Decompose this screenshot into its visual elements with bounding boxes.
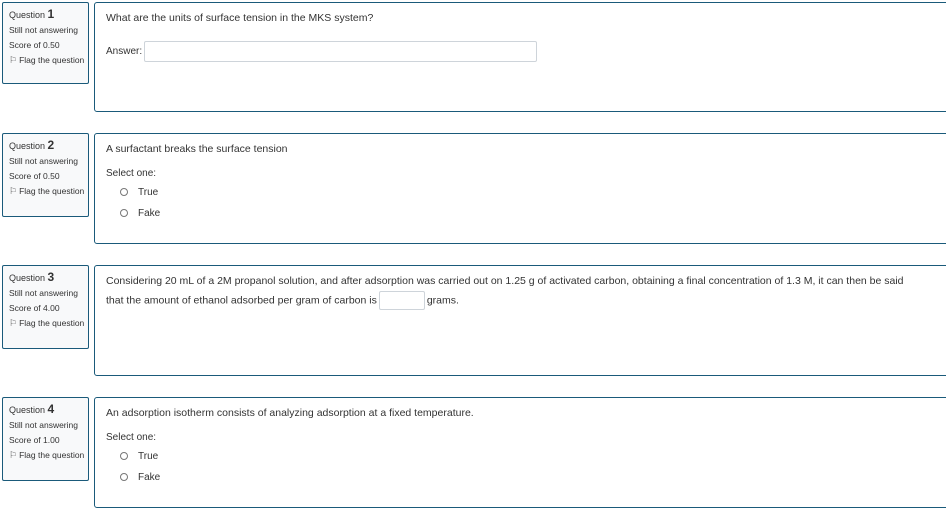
question-info: Question 1 Still not answering Score of … bbox=[2, 2, 89, 84]
question-text: A surfactant breaks the surface tension bbox=[106, 143, 288, 155]
question-grade: Score of 1.00 bbox=[9, 435, 60, 445]
option-true[interactable]: True bbox=[106, 448, 946, 464]
question-number-value: 3 bbox=[47, 270, 55, 284]
question-info: Question 2 Still not answering Score of … bbox=[2, 133, 89, 217]
question-content: An adsorption isotherm consists of analy… bbox=[94, 397, 946, 508]
answer-label: Answer: bbox=[106, 46, 143, 57]
question-text: Considering 20 mL of a 2M propanol solut… bbox=[106, 272, 946, 310]
question-text: What are the units of surface tension in… bbox=[106, 12, 374, 24]
question-grade: Score of 0.50 bbox=[9, 171, 60, 181]
question-number: Question 3 bbox=[9, 270, 88, 285]
option-label: Fake bbox=[138, 207, 161, 219]
radio-button[interactable] bbox=[120, 209, 128, 217]
option-label: True bbox=[138, 450, 159, 462]
question-number: Question 4 bbox=[9, 402, 88, 417]
question-label: Question bbox=[9, 405, 46, 415]
option-label: True bbox=[138, 186, 159, 198]
question-state: Still not answering bbox=[9, 25, 78, 35]
flag-question-link[interactable]: ⚐ Flag the question bbox=[9, 319, 88, 328]
answer-input[interactable] bbox=[144, 41, 538, 62]
flag-icon: ⚐ bbox=[9, 318, 18, 328]
radio-button[interactable] bbox=[120, 452, 128, 460]
flag-label: Flag the question bbox=[19, 186, 85, 196]
select-one-prompt: Select one: bbox=[106, 432, 157, 443]
option-label: Fake bbox=[138, 471, 161, 483]
question-content: A surfactant breaks the surface tension … bbox=[94, 133, 946, 244]
flag-label: Flag the question bbox=[19, 55, 85, 65]
question-state: Still not answering bbox=[9, 288, 78, 298]
flag-label: Flag the question bbox=[19, 318, 85, 328]
option-fake[interactable]: Fake bbox=[106, 469, 946, 485]
flag-icon: ⚐ bbox=[9, 55, 18, 65]
question-info: Question 4 Still not answering Score of … bbox=[2, 397, 89, 481]
option-true[interactable]: True bbox=[106, 184, 946, 200]
question-number-value: 2 bbox=[47, 138, 55, 152]
question-number-value: 4 bbox=[47, 402, 55, 416]
question-grade: Score of 4.00 bbox=[9, 303, 60, 313]
answer-row: Answer: bbox=[106, 41, 946, 62]
flag-icon: ⚐ bbox=[9, 450, 18, 460]
flag-icon: ⚐ bbox=[9, 186, 18, 196]
question-number: Question 2 bbox=[9, 138, 88, 153]
question-content: What are the units of surface tension in… bbox=[94, 2, 946, 112]
inline-answer-input[interactable] bbox=[378, 291, 425, 310]
question-number-value: 1 bbox=[47, 7, 55, 21]
question-label: Question bbox=[9, 141, 46, 151]
question-label: Question bbox=[9, 10, 46, 20]
flag-question-link[interactable]: ⚐ Flag the question bbox=[9, 56, 88, 65]
question-state: Still not answering bbox=[9, 156, 78, 166]
flag-question-link[interactable]: ⚐ Flag the question bbox=[9, 187, 88, 196]
question-number: Question 1 bbox=[9, 7, 88, 22]
flag-question-link[interactable]: ⚐ Flag the question bbox=[9, 451, 88, 460]
question-label: Question bbox=[9, 273, 46, 283]
option-fake[interactable]: Fake bbox=[106, 205, 946, 221]
question-state: Still not answering bbox=[9, 420, 78, 430]
select-one-prompt: Select one: bbox=[106, 168, 157, 179]
question-text-after: grams. bbox=[426, 294, 459, 307]
question-grade: Score of 0.50 bbox=[9, 40, 60, 50]
question-content: Considering 20 mL of a 2M propanol solut… bbox=[94, 265, 946, 376]
question-info: Question 3 Still not answering Score of … bbox=[2, 265, 89, 349]
question-text: An adsorption isotherm consists of analy… bbox=[106, 407, 474, 419]
question-text-before: Considering 20 mL of a 2M propanol solut… bbox=[106, 275, 904, 307]
radio-button[interactable] bbox=[120, 188, 128, 196]
flag-label: Flag the question bbox=[19, 450, 85, 460]
radio-button[interactable] bbox=[120, 473, 128, 481]
